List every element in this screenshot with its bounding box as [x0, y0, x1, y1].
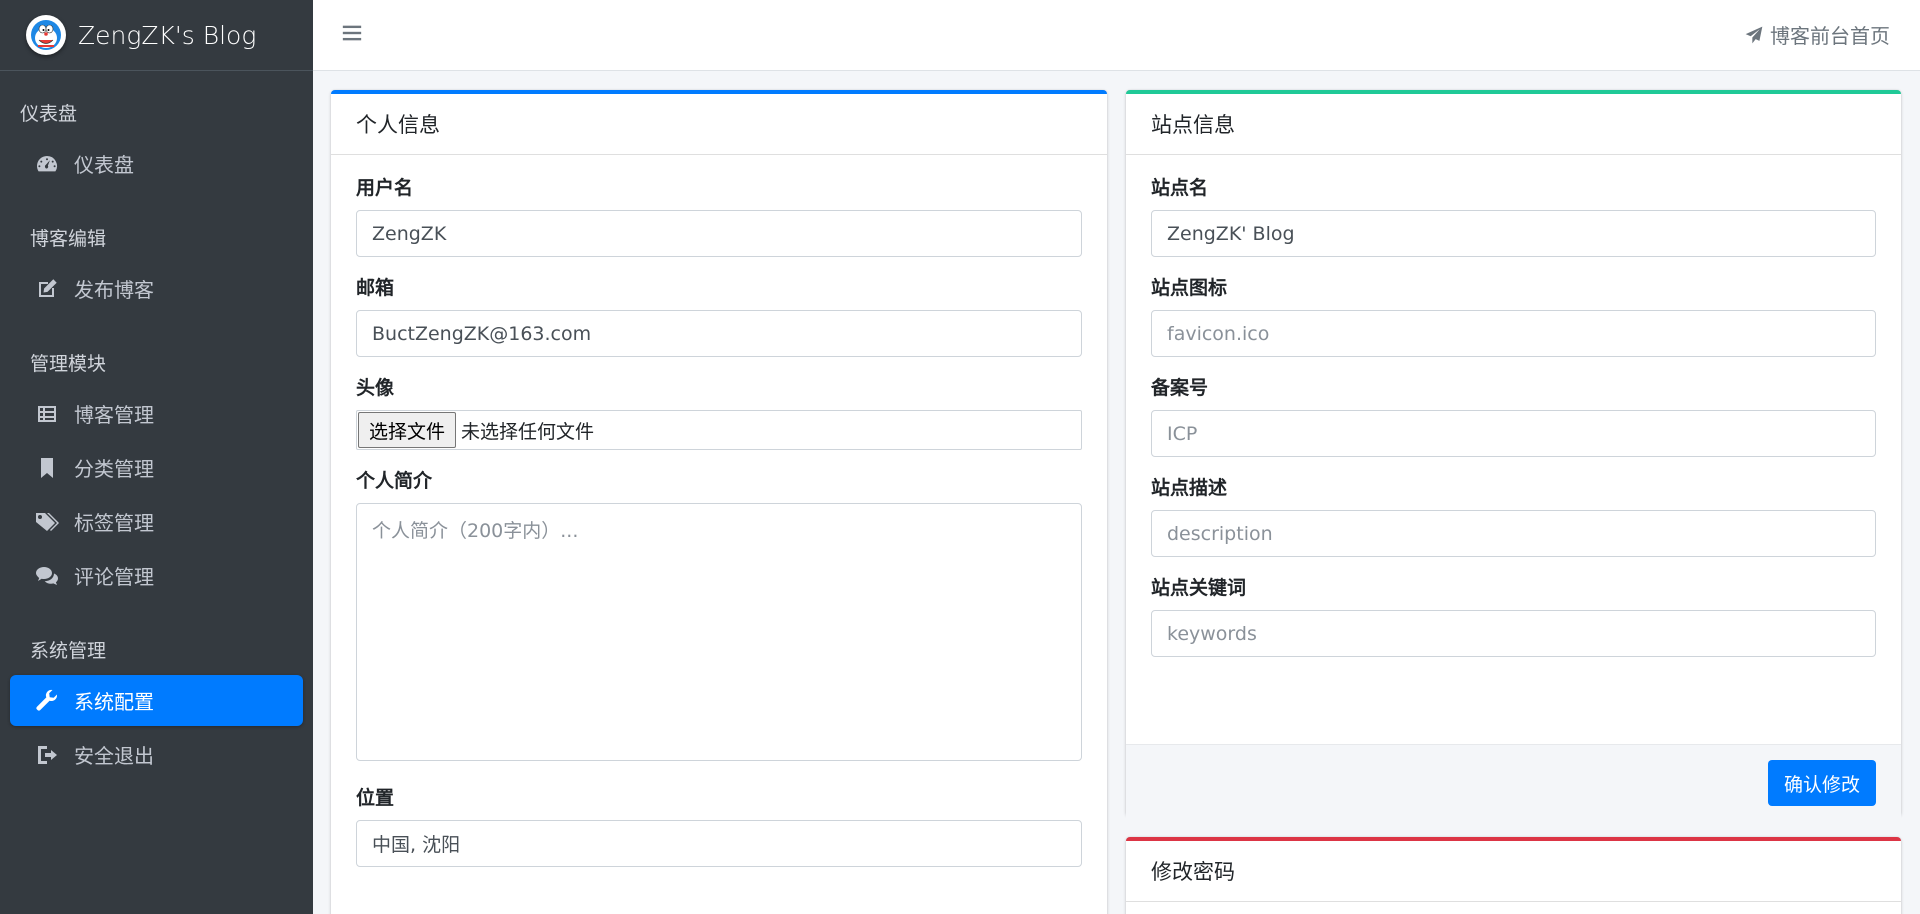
- sidebar-item-label: 仪表盘: [74, 153, 134, 177]
- icp-input[interactable]: ICP: [1151, 410, 1876, 457]
- tachometer-icon: [34, 151, 60, 177]
- sidebar-item-system-config[interactable]: 系统配置: [10, 675, 303, 726]
- edit-icon: [34, 276, 60, 302]
- site-info-footer: 确认修改: [1126, 744, 1901, 820]
- location-input[interactable]: 中国, 沈阳: [356, 820, 1082, 867]
- avatar-label: 头像: [356, 377, 395, 399]
- nav-header-management: 管理模块: [30, 353, 107, 375]
- bio-label: 个人简介: [356, 470, 433, 492]
- brand-name: ZengZK's Blog: [78, 20, 257, 50]
- nav-header-system: 系统管理: [30, 640, 107, 662]
- sidebar-item-label: 分类管理: [74, 457, 154, 481]
- sidebar-item-label: 发布博客: [74, 278, 154, 302]
- sidebar-item-blog-management[interactable]: 博客管理: [10, 388, 303, 439]
- site-description-input[interactable]: description: [1151, 510, 1876, 557]
- site-icon-input[interactable]: favicon.ico: [1151, 310, 1876, 357]
- bookmark-icon: [34, 455, 60, 481]
- file-status: 未选择任何文件: [461, 420, 595, 443]
- sidebar: ZengZK's Blog 仪表盘 仪表盘 博客编辑 发布博客 管理模块 博客管…: [0, 0, 313, 914]
- sidebar-item-label: 安全退出: [74, 744, 154, 768]
- sidebar-item-tag-management[interactable]: 标签管理: [10, 496, 303, 547]
- personal-info-card: 个人信息 用户名 ZengZK 邮箱 BuctZengZK@163.com 头像…: [331, 90, 1107, 914]
- sidebar-item-publish[interactable]: 发布博客: [10, 263, 303, 314]
- list-icon: [34, 401, 60, 427]
- username-input[interactable]: ZengZK: [356, 210, 1082, 257]
- sidebar-item-label: 标签管理: [74, 511, 154, 535]
- site-info-card: 站点信息 站点名 ZengZK' Blog 站点图标 favicon.ico 备…: [1126, 90, 1901, 820]
- nav-header-dashboard: 仪表盘: [20, 103, 78, 125]
- sidebar-item-comment-management[interactable]: 评论管理: [10, 550, 303, 601]
- change-password-title: 修改密码: [1126, 841, 1901, 902]
- sign-out-icon: [34, 742, 60, 768]
- comments-icon: [34, 563, 60, 589]
- wrench-icon: [34, 688, 60, 714]
- nav-header-blog-edit: 博客编辑: [30, 228, 107, 250]
- site-info-title: 站点信息: [1126, 94, 1901, 155]
- site-icon-label: 站点图标: [1151, 277, 1228, 299]
- bio-textarea[interactable]: 个人简介（200字内）...: [356, 503, 1082, 761]
- sidebar-item-label: 系统配置: [74, 690, 154, 714]
- sidebar-item-label: 评论管理: [74, 565, 154, 589]
- paper-plane-icon: [1745, 26, 1763, 43]
- blog-front-page-link[interactable]: 博客前台首页: [1744, 20, 1890, 49]
- email-label: 邮箱: [356, 277, 395, 299]
- topbar: 博客前台首页: [313, 0, 1920, 71]
- doraemon-avatar-icon: [26, 15, 66, 55]
- sidebar-item-label: 博客管理: [74, 403, 154, 427]
- site-keywords-label: 站点关键词: [1151, 577, 1247, 599]
- site-keywords-input[interactable]: keywords: [1151, 610, 1876, 657]
- brand-link[interactable]: ZengZK's Blog: [0, 0, 313, 71]
- sidebar-item-logout[interactable]: 安全退出: [10, 729, 303, 780]
- hamburger-menu-icon[interactable]: [341, 22, 367, 48]
- email-input[interactable]: BuctZengZK@163.com: [356, 310, 1082, 357]
- tags-icon: [34, 509, 60, 535]
- avatar-file-input[interactable]: 选择文件 未选择任何文件: [356, 410, 1082, 450]
- username-label: 用户名: [356, 177, 414, 199]
- choose-file-button[interactable]: 选择文件: [358, 412, 457, 448]
- location-label: 位置: [356, 787, 395, 809]
- blog-front-page-label: 博客前台首页: [1770, 24, 1890, 48]
- sidebar-item-dashboard[interactable]: 仪表盘: [10, 138, 303, 189]
- site-name-label: 站点名: [1151, 177, 1209, 199]
- confirm-update-button[interactable]: 确认修改: [1767, 760, 1876, 806]
- icp-label: 备案号: [1151, 377, 1209, 399]
- site-description-label: 站点描述: [1151, 477, 1228, 499]
- site-name-input[interactable]: ZengZK' Blog: [1151, 210, 1876, 257]
- personal-info-title: 个人信息: [331, 94, 1107, 155]
- sidebar-item-category-management[interactable]: 分类管理: [10, 442, 303, 493]
- change-password-card: 修改密码: [1126, 837, 1901, 914]
